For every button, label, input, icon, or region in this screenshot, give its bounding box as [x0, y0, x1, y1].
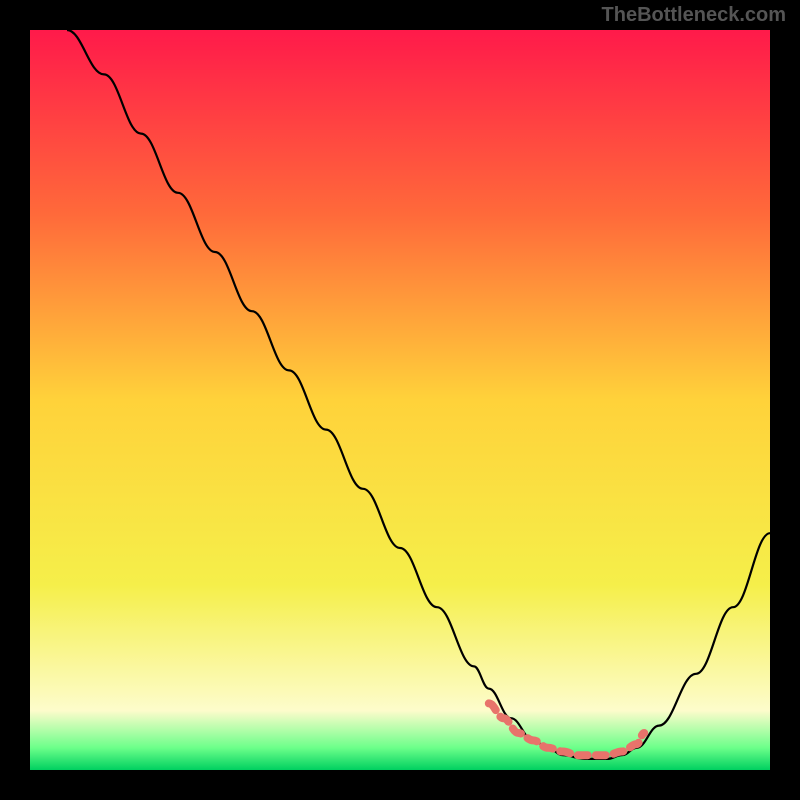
watermark-text: TheBottleneck.com: [602, 4, 786, 27]
gradient-background: [30, 30, 770, 770]
chart-container: [30, 30, 770, 770]
chart-svg: [30, 30, 770, 770]
